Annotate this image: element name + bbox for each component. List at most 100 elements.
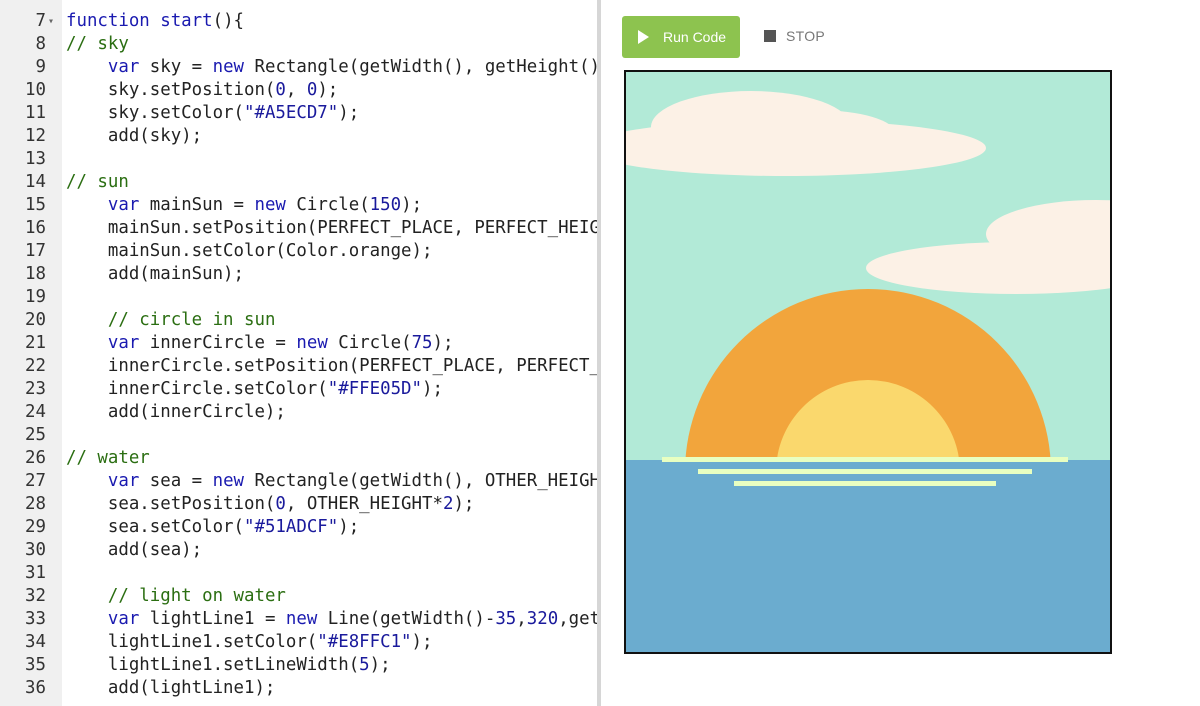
line-number: 33 <box>25 609 46 629</box>
line-number: 8 <box>35 34 46 54</box>
line-number: 20 <box>25 310 46 330</box>
code-line[interactable]: 18 add(mainSun); <box>0 263 597 286</box>
code-line[interactable]: 14 // sun <box>0 171 597 194</box>
code-line[interactable]: 16 mainSun.setPosition(PERFECT_PLACE, PE… <box>0 217 597 240</box>
code-token: , <box>516 609 527 629</box>
code-token: innerCircle.setColor( <box>66 379 328 399</box>
code-token: ); <box>369 655 391 675</box>
code-text: add(innerCircle); <box>66 401 286 424</box>
code-line[interactable]: 34 lightLine1.setColor("#E8FFC1"); <box>0 631 597 654</box>
line-number: 30 <box>25 540 46 560</box>
code-token: , OTHER_HEIGHT* <box>285 494 443 514</box>
line-number: 23 <box>25 379 46 399</box>
line-number: 13 <box>25 149 46 169</box>
code-text: sea.setPosition(0, OTHER_HEIGHT*2); <box>66 493 475 516</box>
code-line[interactable]: 25 <box>0 424 597 447</box>
code-text: add(sky); <box>66 125 202 148</box>
code-token: ,getW <box>558 609 597 629</box>
code-editor[interactable]: 7 ▾ function start(){8// sky 9 var sky = ne… <box>0 0 597 706</box>
code-token: var <box>107 471 140 491</box>
code-line[interactable]: 35 lightLine1.setLineWidth(5); <box>0 654 597 677</box>
code-text: // sky <box>66 33 129 56</box>
canvas-drawing <box>626 72 1110 652</box>
code-line[interactable]: 30 add(sea); <box>0 539 597 562</box>
line-number: 29 <box>25 517 46 537</box>
stop-button[interactable]: STOP <box>764 26 825 46</box>
code-line[interactable]: 28 sea.setPosition(0, OTHER_HEIGHT*2); <box>0 493 597 516</box>
code-token: add(lightLine1); <box>66 678 276 698</box>
code-token: innerCircle.setPosition(PERFECT_PLACE, P… <box>66 356 597 376</box>
line-number: 32 <box>25 586 46 606</box>
code-line[interactable]: 8 // sky <box>0 33 597 56</box>
code-line[interactable]: 32 // light on water <box>0 585 597 608</box>
code-line[interactable]: 36 add(lightLine1); <box>0 677 597 700</box>
fold-arrow-icon[interactable]: ▾ <box>48 10 54 33</box>
code-token: , <box>285 80 307 100</box>
code-line[interactable]: 23 innerCircle.setColor("#FFE05D"); <box>0 378 597 401</box>
code-token: 0 <box>275 80 286 100</box>
code-line[interactable]: 29 sea.setColor("#51ADCF"); <box>0 516 597 539</box>
code-line[interactable]: 33 var lightLine1 = new Line(getWidth()-… <box>0 608 597 631</box>
code-token: var <box>107 333 140 353</box>
play-icon <box>638 30 649 44</box>
code-text: mainSun.setPosition(PERFECT_PLACE, PERFE… <box>66 217 597 240</box>
code-line[interactable]: 31 <box>0 562 597 585</box>
code-line[interactable]: 10 sky.setPosition(0, 0); <box>0 79 597 102</box>
code-token: lightLine1.setLineWidth( <box>66 655 360 675</box>
code-line[interactable]: 13 <box>0 148 597 171</box>
line-number: 11 <box>25 103 46 123</box>
code-text: var sea = new Rectangle(getWidth(), OTHE… <box>66 470 597 493</box>
code-line[interactable]: 22 innerCircle.setPosition(PERFECT_PLACE… <box>0 355 597 378</box>
run-code-button[interactable]: Run Code <box>622 16 740 58</box>
code-line[interactable]: 12 add(sky); <box>0 125 597 148</box>
code-line[interactable]: 20 // circle in sun <box>0 309 597 332</box>
code-token: lightLine1.setColor( <box>66 632 318 652</box>
code-line[interactable]: 9 var sky = new Rectangle(getWidth(), ge… <box>0 56 597 79</box>
code-token: 75 <box>411 333 433 353</box>
code-token: 150 <box>369 195 402 215</box>
code-lines[interactable]: 7 ▾ function start(){8// sky 9 var sky = ne… <box>0 10 597 700</box>
code-token: (){ <box>212 11 245 31</box>
code-token: sea.setPosition( <box>66 494 276 514</box>
line-number: 27 <box>25 471 46 491</box>
code-text: // light on water <box>66 585 286 608</box>
light-line-1 <box>662 457 1068 462</box>
code-token: 0 <box>275 494 286 514</box>
code-line[interactable]: 17 mainSun.setColor(Color.orange); <box>0 240 597 263</box>
code-text: var innerCircle = new Circle(75); <box>66 332 454 355</box>
code-line[interactable]: 11 sky.setColor("#A5ECD7"); <box>0 102 597 125</box>
line-number: 17 <box>25 241 46 261</box>
code-line[interactable]: 21 var innerCircle = new Circle(75); <box>0 332 597 355</box>
code-token: new <box>212 57 245 77</box>
stop-label: STOP <box>786 28 826 44</box>
code-line[interactable]: 7 ▾ function start(){ <box>0 10 597 33</box>
code-text: function start(){ <box>66 10 244 33</box>
code-line[interactable]: 15 var mainSun = new Circle(150); <box>0 194 597 217</box>
code-token: new <box>212 471 245 491</box>
code-text: mainSun.setColor(Color.orange); <box>66 240 433 263</box>
output-panel: Run Code STOP <box>601 0 1200 706</box>
code-token: // water <box>66 448 150 468</box>
code-token: "#A5ECD7" <box>244 103 339 123</box>
code-token: var <box>107 609 140 629</box>
code-text: var lightLine1 = new Line(getWidth()-35,… <box>66 608 597 631</box>
code-line[interactable]: 19 <box>0 286 597 309</box>
code-token: lightLine1 = <box>139 609 286 629</box>
code-line[interactable]: 24 add(innerCircle); <box>0 401 597 424</box>
code-token: ); <box>401 195 423 215</box>
code-text: lightLine1.setLineWidth(5); <box>66 654 391 677</box>
code-token: ); <box>317 80 339 100</box>
code-line[interactable]: 26 // water <box>0 447 597 470</box>
code-line[interactable]: 27 var sea = new Rectangle(getWidth(), O… <box>0 470 597 493</box>
code-token: "#51ADCF" <box>244 517 339 537</box>
code-token: innerCircle = <box>139 333 297 353</box>
code-token: 0 <box>306 80 318 100</box>
code-token: // light on water <box>107 586 286 606</box>
light-line-3 <box>734 481 996 486</box>
line-number: 25 <box>25 425 46 445</box>
line-number: 19 <box>25 287 46 307</box>
code-token: mainSun.setPosition(PERFECT_PLACE, PERFE… <box>66 218 597 238</box>
